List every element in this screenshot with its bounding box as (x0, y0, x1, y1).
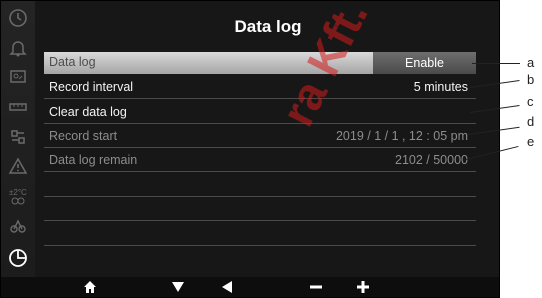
bottom-nav-bar (1, 277, 499, 297)
sidebar: ±2°C (1, 1, 35, 279)
empty-row (44, 224, 476, 246)
data-log-remain-value: 2102 / 50000 (395, 153, 468, 167)
page-title: Data log (234, 17, 302, 36)
callout-line-a (472, 63, 520, 64)
record-interval-value: 5 minutes (413, 80, 468, 94)
callout-letter-a: a (527, 55, 535, 70)
clear-data-log-label: Clear data log (49, 105, 127, 119)
clear-data-log-row[interactable]: Clear data log (44, 102, 476, 124)
weather-display-icon[interactable] (7, 67, 29, 87)
record-interval-label: Record interval (49, 80, 134, 94)
callout-letter-b: b (527, 72, 535, 87)
callout-letter-e: e (527, 134, 535, 149)
settings-icon[interactable] (7, 127, 29, 147)
data-log-icon[interactable] (7, 248, 29, 268)
empty-row (44, 175, 476, 197)
callout-letter-d: d (527, 114, 535, 129)
device-screen: ±2°C Data log Data log Enable Record int… (0, 0, 500, 298)
wind-icon[interactable] (7, 215, 29, 235)
data-log-remain-row: Data log remain 2102 / 50000 (44, 150, 476, 172)
callout-letter-c: c (527, 94, 534, 109)
data-log-remain-label: Data log remain (49, 153, 138, 167)
record-start-value: 2019 / 1 / 1 , 12 : 05 pm (335, 129, 468, 143)
record-start-row: Record start 2019 / 1 / 1 , 12 : 05 pm (44, 126, 476, 148)
down-arrow-icon[interactable] (169, 279, 187, 295)
data-log-label: Data log (49, 55, 96, 69)
record-start-label: Record start (49, 129, 118, 143)
alarm-bell-icon[interactable] (7, 38, 29, 58)
data-log-row[interactable]: Data log Enable (44, 52, 476, 74)
empty-row (44, 199, 476, 221)
empty-row (44, 249, 476, 271)
home-icon[interactable] (81, 279, 99, 295)
temperature-offset-icon[interactable]: ±2°C (7, 186, 29, 206)
left-arrow-icon[interactable] (218, 279, 236, 295)
plus-icon[interactable] (354, 279, 372, 295)
clock-icon[interactable] (7, 8, 29, 28)
record-interval-row[interactable]: Record interval 5 minutes (44, 77, 476, 99)
minus-icon[interactable] (307, 279, 325, 295)
data-log-enable-value[interactable]: Enable (373, 52, 476, 74)
ruler-icon[interactable] (7, 97, 29, 117)
warning-icon[interactable] (7, 156, 29, 176)
temp-offset-label: ±2°C (9, 188, 27, 197)
